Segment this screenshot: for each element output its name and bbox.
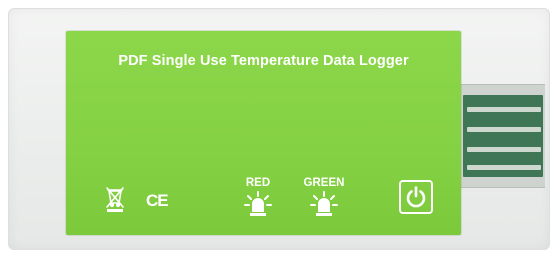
usb-contacts — [463, 95, 543, 177]
led-light-icon — [244, 191, 272, 216]
usb-contact-gap — [467, 127, 541, 132]
crossed-out-wheelie-bin-icon — [104, 185, 126, 213]
green-led-label: GREEN — [303, 177, 345, 189]
green-label: PDF Single Use Temperature Data Logger C… — [66, 31, 461, 235]
usb-contact-gap — [467, 165, 541, 170]
power-icon — [406, 186, 426, 208]
usb-contact-gap — [467, 147, 541, 152]
green-led-indicator: GREEN — [294, 177, 354, 217]
ce-mark: CE — [146, 191, 169, 210]
usb-contact-gap — [467, 107, 541, 112]
led-light-icon — [310, 191, 338, 216]
power-button[interactable] — [399, 180, 433, 214]
product-title: PDF Single Use Temperature Data Logger — [118, 53, 409, 69]
product-photo: PDF Single Use Temperature Data Logger C… — [0, 0, 558, 254]
red-led-indicator: RED — [238, 177, 278, 217]
usb-connector — [461, 84, 545, 188]
red-led-label: RED — [245, 177, 271, 189]
